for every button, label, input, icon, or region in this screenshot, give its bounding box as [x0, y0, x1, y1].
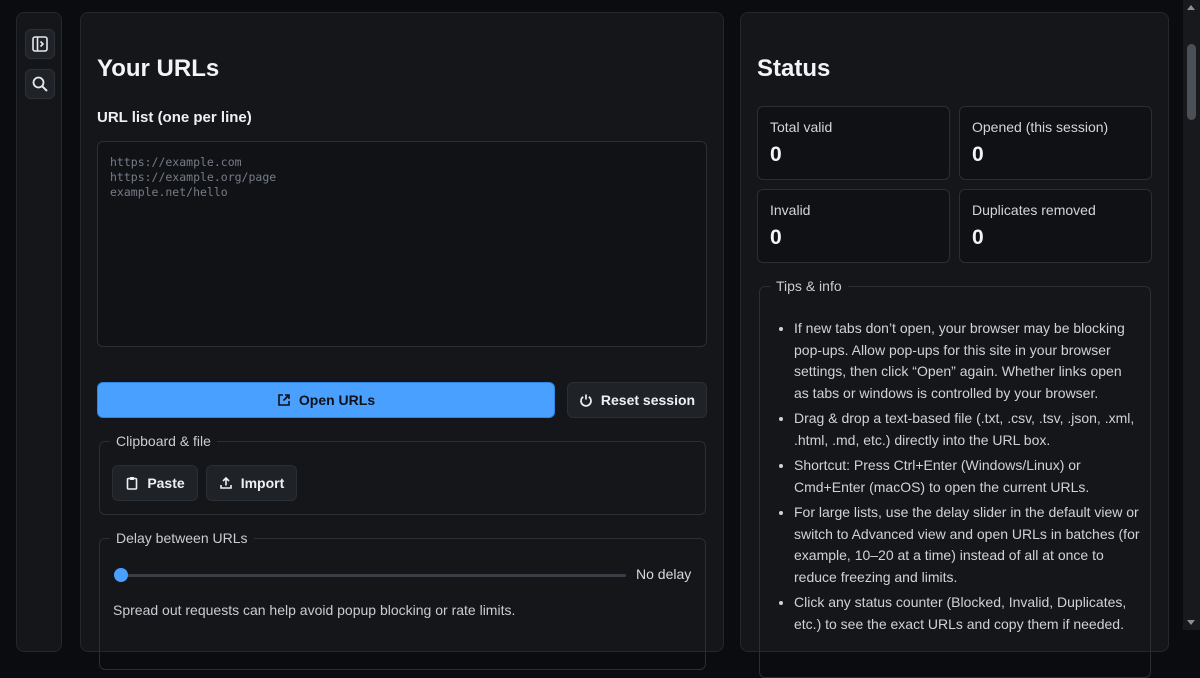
sidebar-toggle-button[interactable]	[25, 29, 55, 59]
clipboard-file-legend: Clipboard & file	[116, 433, 211, 449]
search-icon	[32, 76, 48, 92]
tip-item: Click any status counter (Blocked, Inval…	[794, 592, 1140, 635]
paste-label: Paste	[147, 475, 185, 491]
power-icon	[580, 394, 592, 407]
url-list-label: URL list (one per line)	[97, 109, 252, 126]
stat-label: Total valid	[770, 119, 833, 135]
scrollbar-thumb[interactable]	[1187, 44, 1196, 120]
delay-hint: Spread out requests can help avoid popup…	[113, 602, 516, 618]
delay-slider-track[interactable]	[120, 574, 626, 577]
stat-value: 0	[972, 143, 984, 166]
stat-duplicates-removed[interactable]: Duplicates removed 0	[959, 189, 1152, 263]
open-urls-label: Open URLs	[298, 392, 376, 408]
import-button[interactable]: Import	[206, 465, 297, 501]
delay-group: Delay between URLs No delay Spread out r…	[99, 530, 706, 670]
status-panel-title: Status	[757, 55, 831, 82]
stat-value: 0	[770, 143, 782, 166]
upload-icon	[219, 476, 232, 489]
open-urls-button[interactable]: Open URLs	[97, 382, 555, 418]
tip-item: Shortcut: Press Ctrl+Enter (Windows/Linu…	[794, 455, 1140, 498]
urls-panel-title: Your URLs	[97, 55, 220, 82]
stat-value: 0	[972, 226, 984, 249]
paste-button[interactable]: Paste	[112, 465, 198, 501]
stat-invalid[interactable]: Invalid 0	[757, 189, 950, 263]
tip-item: For large lists, use the delay slider in…	[794, 502, 1140, 588]
tips-info-group: Tips & info If new tabs don’t open, your…	[759, 278, 1151, 678]
external-link-icon	[278, 394, 290, 406]
stat-label: Invalid	[770, 202, 811, 218]
tips-info-legend: Tips & info	[776, 278, 842, 294]
tip-item: Drag & drop a text-based file (.txt, .cs…	[794, 408, 1140, 451]
scroll-up-icon[interactable]	[1187, 5, 1195, 10]
status-panel: Status Total valid 0 Opened (this sessio…	[740, 12, 1169, 678]
side-rail	[16, 12, 62, 652]
stat-label: Duplicates removed	[972, 202, 1096, 218]
scroll-down-icon[interactable]	[1187, 620, 1195, 625]
url-list-textarea[interactable]	[97, 141, 707, 347]
stat-opened-session[interactable]: Opened (this session) 0	[959, 106, 1152, 180]
stat-value: 0	[770, 226, 782, 249]
delay-value-label: No delay	[636, 566, 692, 582]
stat-label: Opened (this session)	[972, 119, 1109, 135]
search-button[interactable]	[25, 69, 55, 99]
clipboard-file-group: Clipboard & file Paste Import	[99, 433, 706, 515]
clipboard-icon	[127, 477, 138, 490]
reset-session-label: Reset session	[600, 392, 696, 408]
import-label: Import	[240, 475, 285, 491]
page-scrollbar[interactable]	[1183, 0, 1200, 630]
urls-panel: Your URLs URL list (one per line) Open U…	[80, 12, 724, 670]
tips-list: If new tabs don’t open, your browser may…	[760, 318, 1140, 639]
delay-slider-thumb[interactable]	[114, 568, 128, 582]
sidebar-toggle-icon	[32, 36, 48, 52]
delay-legend: Delay between URLs	[116, 530, 248, 546]
tip-item: If new tabs don’t open, your browser may…	[794, 318, 1140, 404]
reset-session-button[interactable]: Reset session	[567, 382, 707, 418]
stat-total-valid[interactable]: Total valid 0	[757, 106, 950, 180]
